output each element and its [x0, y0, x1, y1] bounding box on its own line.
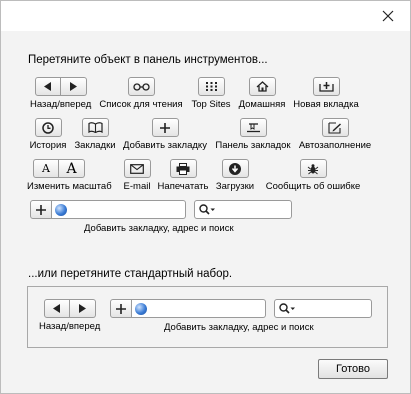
close-icon: [382, 10, 394, 22]
printer-icon: [176, 162, 190, 175]
default-back-forward: Назад/вперед: [39, 299, 100, 332]
zoom-out-button[interactable]: A: [33, 159, 59, 178]
item-label: Изменить масштаб: [27, 181, 112, 192]
default-set-box[interactable]: Назад/вперед Добавить закладку, адрес и …: [27, 286, 388, 348]
drag-default-heading: ...или перетяните стандартный набор.: [28, 268, 233, 280]
new-tab-icon: [318, 82, 334, 92]
item-label: Top Sites: [191, 99, 231, 110]
forward-arrow-icon: [70, 82, 78, 91]
item-back-forward[interactable]: Назад/вперед: [30, 77, 91, 110]
item-bookmarks-bar[interactable]: Панель закладок: [213, 118, 293, 151]
envelope-icon: [130, 163, 144, 174]
item-add-bookmark[interactable]: Добавить закладку: [119, 118, 211, 151]
item-label: Закладки: [74, 140, 116, 151]
bug-icon: [307, 163, 319, 174]
default-back-forward-label: Назад/вперед: [39, 321, 101, 332]
item-zoom[interactable]: A A Изменить масштаб: [27, 159, 112, 192]
pencil-icon: [328, 121, 341, 134]
bookmarks-bar-icon: [246, 123, 260, 133]
back-button: [43, 299, 70, 318]
item-label: История: [29, 140, 67, 151]
item-report-bug[interactable]: Сообщить об ошибке: [261, 159, 365, 192]
back-arrow-icon: [43, 82, 51, 91]
item-label: Список для чтения: [99, 99, 183, 110]
item-label: Назад/вперед: [30, 99, 92, 110]
zoom-small-letter: A: [42, 162, 50, 175]
item-new-tab[interactable]: Новая вкладка: [292, 77, 360, 110]
back-arrow-icon: [52, 304, 60, 313]
zoom-large-letter: A: [66, 160, 77, 177]
item-downloads[interactable]: Загрузки: [213, 159, 257, 192]
search-icon: [279, 303, 295, 314]
download-icon: [229, 162, 241, 175]
customize-toolbar-dialog: Перетяните объект в панель инструментов.…: [0, 0, 411, 394]
item-search-field[interactable]: [194, 200, 292, 219]
forward-arrow-icon: [79, 304, 87, 313]
item-print[interactable]: Напечатать: [156, 159, 210, 192]
default-address-label: Добавить закладку, адрес и поиск: [164, 322, 314, 333]
address-bar-label: Добавить закладку, адрес и поиск: [84, 223, 234, 234]
item-autofill[interactable]: Автозаполнение: [297, 118, 373, 151]
item-label: Новая вкладка: [293, 99, 359, 110]
address-field: [132, 299, 266, 318]
item-bookmarks[interactable]: Закладки: [74, 118, 116, 151]
default-search-field: [274, 299, 372, 318]
clock-icon: [42, 121, 54, 134]
title-bar: [1, 1, 410, 31]
item-home[interactable]: Домашняя: [236, 77, 288, 110]
plus-icon: [36, 204, 46, 215]
item-label: Добавить закладку: [123, 140, 207, 151]
glasses-icon: [132, 82, 150, 91]
globe-icon: [135, 302, 147, 315]
drag-items-heading: Перетяните объект в панель инструментов.…: [28, 54, 268, 66]
plus-icon: [160, 122, 170, 133]
zoom-in-button[interactable]: A: [59, 159, 85, 178]
item-email[interactable]: E-mail: [120, 159, 154, 192]
item-label: Напечатать: [157, 181, 209, 192]
address-field[interactable]: [52, 200, 186, 219]
search-icon: [199, 204, 215, 215]
item-label: Домашняя: [238, 99, 286, 110]
item-reading-list[interactable]: Список для чтения: [95, 77, 187, 110]
close-button[interactable]: [374, 4, 402, 28]
plus-icon: [116, 303, 126, 314]
done-button[interactable]: Готово: [318, 359, 388, 379]
item-label: Панель закладок: [215, 140, 291, 151]
add-bookmark-button[interactable]: [30, 200, 52, 219]
item-label: Автозаполнение: [298, 140, 372, 151]
item-history[interactable]: История: [28, 118, 68, 151]
book-icon: [87, 122, 103, 133]
house-icon: [256, 81, 268, 92]
add-bookmark-button: [110, 299, 132, 318]
item-address-bar[interactable]: [30, 200, 186, 219]
item-top-sites[interactable]: Top Sites: [190, 77, 232, 110]
item-label: Сообщить об ошибке: [265, 181, 361, 192]
grid-icon: [205, 82, 217, 91]
forward-button: [69, 299, 96, 318]
globe-icon: [55, 203, 67, 216]
back-button[interactable]: [34, 77, 61, 96]
item-label: E-mail: [123, 181, 151, 192]
item-label: Загрузки: [215, 181, 255, 192]
forward-button[interactable]: [60, 77, 87, 96]
default-address-bar: [110, 299, 266, 318]
